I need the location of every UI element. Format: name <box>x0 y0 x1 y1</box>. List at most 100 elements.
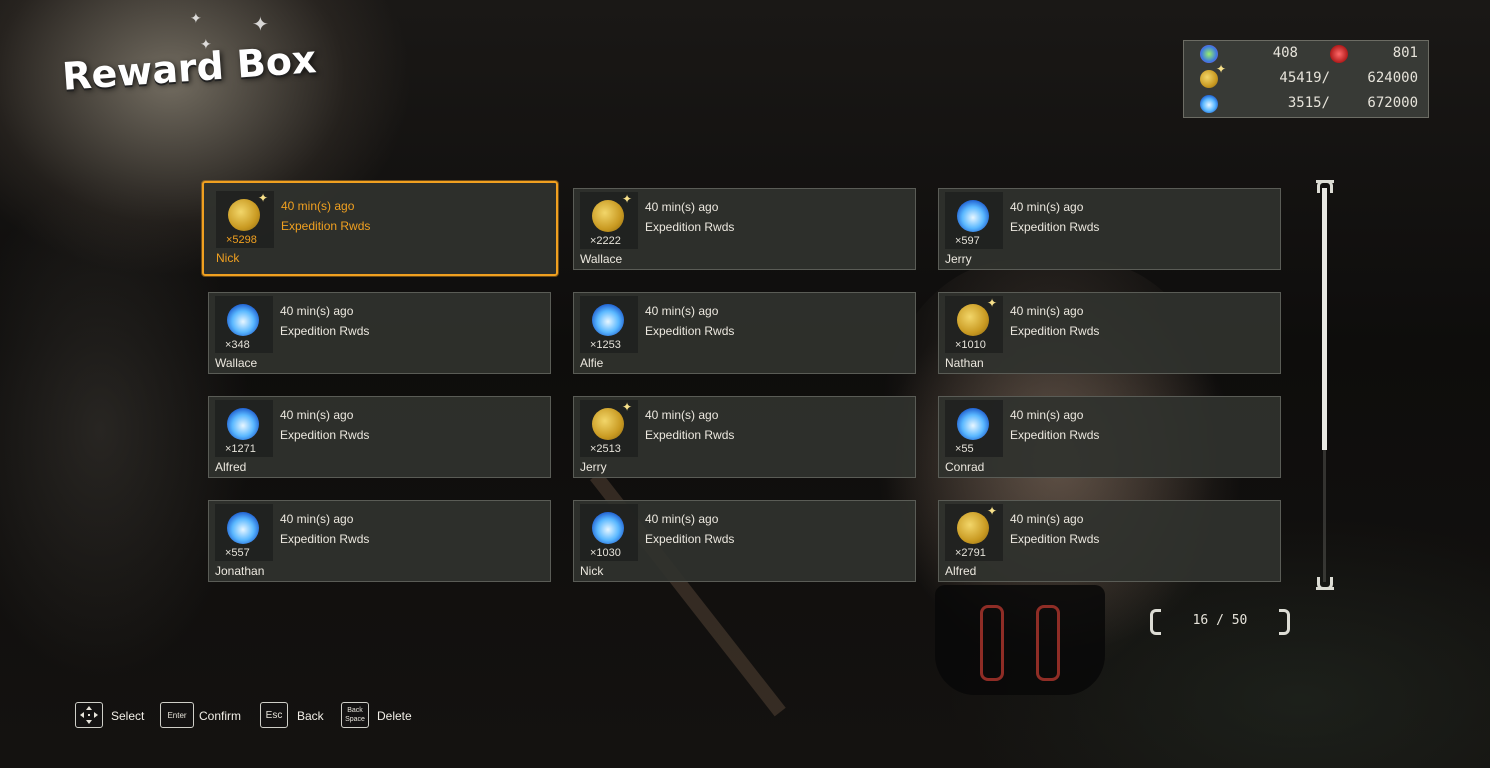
red-crystal-icon <box>1330 45 1348 63</box>
gem-icon <box>1200 45 1218 63</box>
reward-description: Expedition Rwds <box>645 220 735 234</box>
enter-key-icon: Enter <box>160 702 194 728</box>
reward-time: 40 min(s) ago <box>1010 304 1084 318</box>
blue-wisp-icon <box>1200 95 1218 113</box>
reward-description: Expedition Rwds <box>280 428 370 442</box>
reward-card[interactable]: ×1271 40 min(s) ago Expedition Rwds Alfred <box>208 396 551 478</box>
wisp-max: 672000 <box>1367 95 1418 111</box>
gold-coin-icon <box>228 191 268 231</box>
hint-label: Confirm <box>199 709 242 723</box>
page-counter: 16 / 50 <box>1150 607 1290 635</box>
reward-time: 40 min(s) ago <box>281 199 355 213</box>
sparkle-icon: ✦ <box>190 10 202 26</box>
reward-thumbnail: ×1010 <box>945 296 1003 353</box>
currency-row-wisps: 3515/ 672000 <box>1184 93 1430 117</box>
gold-coin-icon <box>592 400 632 440</box>
reward-sender: Alfie <box>580 356 604 370</box>
coin-count: 45419/ <box>1279 70 1330 86</box>
reward-card[interactable]: ×2222 40 min(s) ago Expedition Rwds Wallace <box>573 188 916 270</box>
reward-thumbnail: ×55 <box>945 400 1003 457</box>
reward-sender: Nick <box>580 564 604 578</box>
scroll-thumb[interactable] <box>1322 188 1327 450</box>
reward-description: Expedition Rwds <box>1010 220 1100 234</box>
reward-time: 40 min(s) ago <box>1010 200 1084 214</box>
reward-card[interactable]: ×2513 40 min(s) ago Expedition Rwds Jerry <box>573 396 916 478</box>
reward-sender: Nick <box>216 251 240 265</box>
currency-panel: 408 801 45419/ 624000 3515/ 672000 <box>1183 40 1429 118</box>
coin-max: 624000 <box>1367 70 1418 86</box>
reward-card[interactable]: ×557 40 min(s) ago Expedition Rwds Jonathan <box>208 500 551 582</box>
reward-sender: Conrad <box>945 460 985 474</box>
reward-card[interactable]: ×1030 40 min(s) ago Expedition Rwds Nick <box>573 500 916 582</box>
reward-thumbnail: ×5298 <box>216 191 274 248</box>
blue-wisp-icon <box>227 408 259 440</box>
reward-time: 40 min(s) ago <box>1010 512 1084 526</box>
reward-quantity: ×557 <box>225 547 250 559</box>
reward-card[interactable]: ×597 40 min(s) ago Expedition Rwds Jerry <box>938 188 1281 270</box>
blue-wisp-icon <box>227 304 259 336</box>
reward-time: 40 min(s) ago <box>280 512 354 526</box>
blue-wisp-icon <box>592 512 624 544</box>
reward-time: 40 min(s) ago <box>280 408 354 422</box>
reward-quantity: ×1253 <box>590 339 621 351</box>
reward-thumbnail: ×1271 <box>215 400 273 457</box>
reward-description: Expedition Rwds <box>1010 532 1100 546</box>
reward-description: Expedition Rwds <box>280 324 370 338</box>
reward-description: Expedition Rwds <box>1010 324 1100 338</box>
backspace-key-icon: Back Space <box>341 702 369 728</box>
reward-sender: Jerry <box>945 252 972 266</box>
reward-thumbnail: ×2222 <box>580 192 638 249</box>
reward-time: 40 min(s) ago <box>1010 408 1084 422</box>
hint-label: Delete <box>377 709 412 723</box>
reward-thumbnail: ×1030 <box>580 504 638 561</box>
blue-wisp-icon <box>592 304 624 336</box>
reward-time: 40 min(s) ago <box>645 408 719 422</box>
blue-wisp-icon <box>957 200 989 232</box>
reward-card[interactable]: ×348 40 min(s) ago Expedition Rwds Wallace <box>208 292 551 374</box>
reward-card[interactable]: ×1253 40 min(s) ago Expedition Rwds Alfie <box>573 292 916 374</box>
reward-thumbnail: ×2791 <box>945 504 1003 561</box>
reward-card[interactable]: ×2791 40 min(s) ago Expedition Rwds Alfred <box>938 500 1281 582</box>
reward-thumbnail: ×2513 <box>580 400 638 457</box>
reward-thumbnail: ×1253 <box>580 296 638 353</box>
gold-coin-icon <box>1200 62 1226 88</box>
reward-quantity: ×2513 <box>590 443 621 455</box>
esc-key-icon: Esc <box>260 702 288 728</box>
reward-sender: Alfred <box>945 564 977 578</box>
reward-thumbnail: ×348 <box>215 296 273 353</box>
reward-quantity: ×1030 <box>590 547 621 559</box>
dpad-icon <box>75 702 103 728</box>
red-crystal-count: 801 <box>1392 45 1418 61</box>
reward-card[interactable]: ×55 40 min(s) ago Expedition Rwds Conrad <box>938 396 1281 478</box>
reward-time: 40 min(s) ago <box>645 512 719 526</box>
gold-coin-icon <box>592 192 632 232</box>
reward-sender: Jerry <box>580 460 607 474</box>
reward-thumbnail: ×597 <box>945 192 1003 249</box>
gem-count: 408 <box>1272 45 1298 61</box>
blue-wisp-icon <box>957 408 989 440</box>
page-counter-text: 16 / 50 <box>1192 613 1248 628</box>
reward-description: Expedition Rwds <box>645 324 735 338</box>
reward-quantity: ×55 <box>955 443 974 455</box>
reward-thumbnail: ×557 <box>215 504 273 561</box>
reward-quantity: ×348 <box>225 339 250 351</box>
currency-row-coins: 45419/ 624000 <box>1184 62 1430 92</box>
reward-sender: Alfred <box>215 460 247 474</box>
wisp-count: 3515/ <box>1287 95 1330 111</box>
reward-quantity: ×1271 <box>225 443 256 455</box>
reward-sender: Nathan <box>945 356 984 370</box>
reward-quantity: ×5298 <box>226 234 257 246</box>
reward-time: 40 min(s) ago <box>645 200 719 214</box>
reward-quantity: ×2791 <box>955 547 986 559</box>
sparkle-icon: ✦ <box>252 14 269 36</box>
reward-description: Expedition Rwds <box>645 532 735 546</box>
gold-coin-icon <box>957 504 997 544</box>
reward-time: 40 min(s) ago <box>280 304 354 318</box>
reward-card[interactable]: ×5298 40 min(s) ago Expedition Rwds Nick <box>202 181 558 276</box>
blue-wisp-icon <box>227 512 259 544</box>
gold-coin-icon <box>957 296 997 336</box>
scrollbar[interactable] <box>1313 180 1337 590</box>
reward-card[interactable]: ×1010 40 min(s) ago Expedition Rwds Nathan <box>938 292 1281 374</box>
hint-label: Back <box>297 709 324 723</box>
reward-description: Expedition Rwds <box>645 428 735 442</box>
